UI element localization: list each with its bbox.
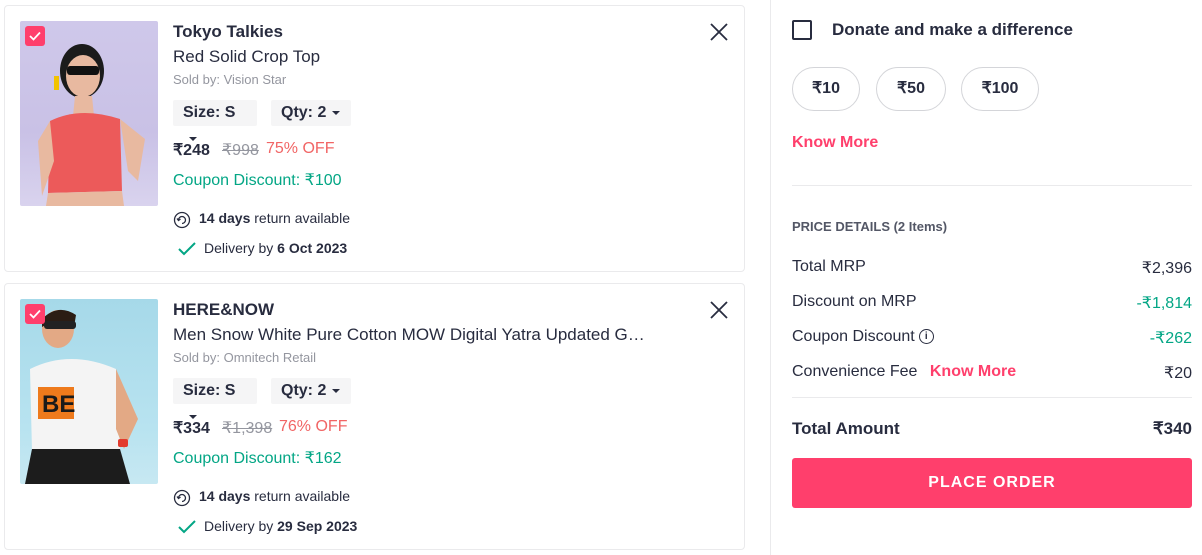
discount-percent: 75% OFF: [266, 140, 335, 157]
item-select-checkbox[interactable]: [25, 26, 45, 46]
check-icon: [178, 520, 196, 534]
convenience-know-more-link[interactable]: Know More: [930, 363, 1016, 380]
delivery-prefix: Delivery by: [204, 240, 278, 256]
donate-amount-50-button[interactable]: ₹50: [876, 67, 946, 111]
return-icon: [173, 489, 191, 507]
caret-down-icon: [332, 110, 341, 115]
mrp-price: ₹998: [222, 142, 259, 159]
price-row-discount-mrp: Discount on MRP -₹1,814: [792, 293, 1192, 312]
size-label: Size: S: [183, 104, 236, 121]
price-row-coupon-discount: Coupon Discount i -₹262: [792, 328, 1192, 347]
check-icon: [178, 242, 196, 256]
selling-price: ₹248: [173, 142, 210, 159]
cart-items-panel: Tokyo Talkies Red Solid Crop Top Sold by…: [0, 0, 770, 555]
close-icon: [710, 301, 728, 319]
price-details-title: PRICE DETAILS (2 Items): [792, 219, 948, 234]
product-name[interactable]: Men Snow White Pure Cotton MOW Digital Y…: [173, 325, 645, 345]
size-label: Size: S: [183, 382, 236, 399]
check-icon: [29, 309, 41, 319]
return-info: 14 days return available: [173, 210, 350, 229]
product-photo-woman: [38, 44, 145, 206]
donate-amount-100-button[interactable]: ₹100: [961, 67, 1039, 111]
price-row-label: Discount on MRP: [792, 293, 917, 310]
donate-know-more-link[interactable]: Know More: [792, 134, 878, 152]
place-order-button[interactable]: PLACE ORDER: [792, 458, 1192, 508]
donate-label[interactable]: Donate and make a difference: [832, 20, 1073, 40]
seller-name: Sold by: Omnitech Retail: [173, 350, 317, 365]
return-info: 14 days return available: [173, 488, 350, 507]
product-image[interactable]: [20, 21, 158, 206]
selling-price: ₹334: [173, 420, 210, 437]
cart-item-card: BE HERE&NOW Men Snow White Pure Cotton M…: [4, 283, 745, 550]
section-divider: [792, 185, 1192, 186]
total-value: ₹340: [1152, 419, 1192, 438]
price-row-convenience-fee: Convenience Fee Know More ₹20: [792, 363, 1192, 382]
donate-amount-10-button[interactable]: ₹10: [792, 67, 860, 111]
seller-name: Sold by: Vision Star: [173, 72, 287, 87]
price-row-value: ₹20: [1164, 365, 1192, 382]
return-icon: [173, 211, 191, 229]
delivery-prefix: Delivery by: [204, 518, 278, 534]
coupon-discount: Coupon Discount: ₹100: [173, 172, 342, 189]
total-label: Total Amount: [792, 419, 900, 438]
delivery-info: Delivery by 6 Oct 2023: [178, 240, 347, 256]
check-icon: [29, 31, 41, 41]
qty-label: Qty: 2: [281, 382, 327, 399]
remove-item-button[interactable]: [710, 23, 728, 41]
return-days: 14 days: [199, 488, 251, 504]
return-text: return available: [250, 210, 350, 226]
delivery-info: Delivery by 29 Sep 2023: [178, 518, 357, 534]
caret-down-icon: [332, 388, 341, 393]
product-name[interactable]: Red Solid Crop Top: [173, 47, 320, 67]
size-selector[interactable]: Size: S: [173, 378, 257, 419]
price-row-value: -₹262: [1149, 330, 1192, 347]
price-row-label: Coupon Discount: [792, 328, 915, 345]
product-photo-man: BE: [25, 309, 138, 484]
size-selector[interactable]: Size: S: [173, 100, 257, 141]
price-row-label: Convenience Fee: [792, 363, 918, 380]
qty-label: Qty: 2: [281, 104, 327, 121]
qty-selector[interactable]: Qty: 2: [271, 100, 351, 126]
mrp-price: ₹1,398: [222, 420, 273, 437]
total-amount-row: Total Amount ₹340: [792, 419, 1192, 439]
cart-item-card: Tokyo Talkies Red Solid Crop Top Sold by…: [4, 5, 745, 272]
qty-selector[interactable]: Qty: 2: [271, 378, 351, 404]
close-icon: [710, 23, 728, 41]
brand-name[interactable]: HERE&NOW: [173, 300, 274, 320]
coupon-discount: Coupon Discount: ₹162: [173, 450, 342, 467]
item-select-checkbox[interactable]: [25, 304, 45, 324]
donate-checkbox[interactable]: [792, 20, 812, 40]
discount-percent: 76% OFF: [279, 418, 348, 435]
delivery-date: 6 Oct 2023: [277, 240, 348, 256]
price-row-total-mrp: Total MRP ₹2,396: [792, 258, 1192, 277]
product-image[interactable]: BE: [20, 299, 158, 484]
svg-text:BE: BE: [42, 391, 75, 418]
return-days: 14 days: [199, 210, 251, 226]
section-divider: [792, 397, 1192, 398]
delivery-date: 29 Sep 2023: [277, 518, 358, 534]
info-icon[interactable]: i: [918, 329, 934, 345]
price-row-value: -₹1,814: [1136, 295, 1192, 312]
order-summary-panel: Donate and make a difference ₹10 ₹50 ₹10…: [771, 0, 1202, 555]
brand-name[interactable]: Tokyo Talkies: [173, 22, 283, 42]
price-row-label: Total MRP: [792, 258, 866, 275]
return-text: return available: [250, 488, 350, 504]
price-row-value: ₹2,396: [1141, 260, 1192, 277]
remove-item-button[interactable]: [710, 301, 728, 319]
